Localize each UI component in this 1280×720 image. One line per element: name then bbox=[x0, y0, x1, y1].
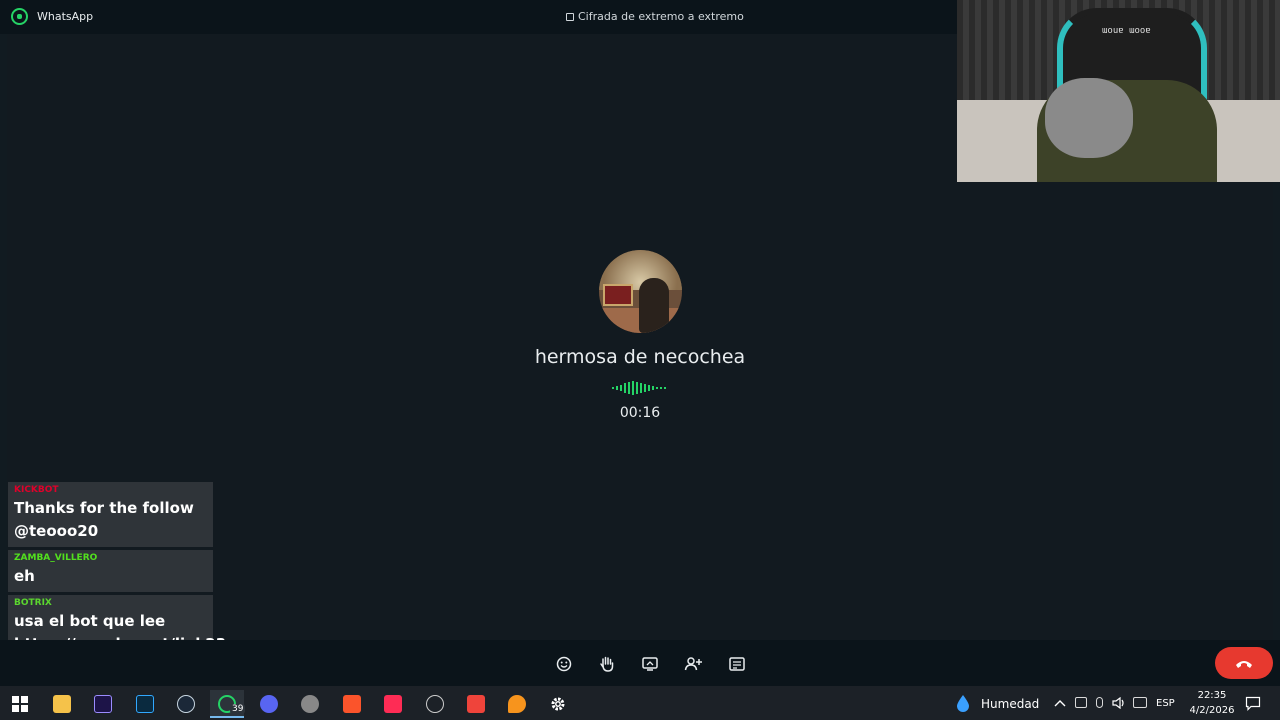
folder-icon bbox=[53, 695, 71, 713]
lock-icon bbox=[566, 13, 574, 21]
whatsapp-call-window: WhatsApp Cifrada de extremo a extremo ɯo… bbox=[0, 0, 1280, 720]
tiktok-icon bbox=[384, 695, 402, 713]
voice-activity-icon bbox=[612, 381, 666, 395]
premiere-pro-icon bbox=[94, 695, 112, 713]
share-screen-button[interactable] bbox=[639, 653, 661, 675]
weather-widget[interactable]: Humedad bbox=[950, 690, 1040, 718]
webcam-overlay: ɯouɐ ɯooɐ bbox=[957, 0, 1280, 182]
gear-icon bbox=[551, 697, 565, 711]
taskbar-fl-studio[interactable] bbox=[500, 690, 534, 718]
smiley-icon bbox=[556, 656, 572, 672]
brave-icon bbox=[343, 695, 361, 713]
stream-chat-overlay: KICKBOT Thanks for the follow @teooo20 Z… bbox=[8, 482, 226, 663]
taskbar-obs[interactable] bbox=[293, 690, 327, 718]
chat-username: BOTRIX bbox=[14, 598, 52, 608]
chat-username: ZAMBA_VILLERO bbox=[14, 553, 98, 563]
chat-message: KICKBOT Thanks for the follow @teooo20 bbox=[8, 482, 213, 547]
raise-hand-button[interactable] bbox=[596, 653, 618, 675]
taskbar-premiere-pro[interactable] bbox=[86, 690, 120, 718]
avatar-person bbox=[639, 278, 669, 333]
add-person-icon bbox=[684, 657, 702, 671]
taskbar-settings[interactable] bbox=[541, 690, 575, 718]
notification-center-icon[interactable] bbox=[1245, 696, 1261, 711]
taskbar-clock-app[interactable] bbox=[418, 690, 452, 718]
contact-name: hermosa de necochea bbox=[534, 346, 746, 368]
clock-date: 4/2/2026 bbox=[1189, 705, 1235, 716]
encryption-notice: Cifrada de extremo a extremo bbox=[566, 10, 744, 23]
windows-logo-icon bbox=[12, 696, 28, 712]
language-indicator[interactable]: ESP bbox=[1156, 698, 1175, 709]
screen-share-icon bbox=[642, 657, 658, 671]
device-icon[interactable] bbox=[1075, 697, 1087, 708]
hang-up-icon bbox=[1236, 661, 1252, 668]
anydesk-icon bbox=[467, 695, 485, 713]
obs-icon bbox=[301, 695, 319, 713]
taskbar-anydesk[interactable] bbox=[459, 690, 493, 718]
taskbar-tiktok[interactable] bbox=[376, 690, 410, 718]
chevron-up-icon[interactable] bbox=[1054, 698, 1066, 708]
taskbar-photoshop[interactable] bbox=[128, 690, 162, 718]
encryption-label: Cifrada de extremo a extremo bbox=[578, 10, 744, 23]
steam-icon bbox=[177, 695, 195, 713]
chat-text: Thanks for the follow @teooo20 bbox=[14, 499, 194, 540]
hand-icon bbox=[600, 656, 614, 672]
chat-text: eh bbox=[14, 567, 35, 585]
webcam-chair-label: ɯouɐ ɯooɐ bbox=[1102, 26, 1151, 36]
start-button[interactable] bbox=[3, 690, 37, 718]
speaker-icon[interactable] bbox=[1112, 697, 1126, 709]
captions-icon bbox=[729, 657, 745, 671]
network-icon[interactable] bbox=[1133, 697, 1147, 708]
captions-button[interactable] bbox=[726, 653, 748, 675]
whatsapp-logo-icon bbox=[11, 8, 28, 25]
taskbar-file-explorer[interactable] bbox=[45, 690, 79, 718]
emoji-reaction-button[interactable] bbox=[553, 653, 575, 675]
clock-time: 22:35 bbox=[1197, 690, 1227, 701]
windows-taskbar: 39 Humedad bbox=[0, 686, 1280, 720]
chat-message: ZAMBA_VILLERO eh bbox=[8, 550, 213, 592]
contact-avatar bbox=[599, 250, 682, 333]
call-duration: 00:16 bbox=[619, 405, 661, 421]
taskbar-brave[interactable] bbox=[335, 690, 369, 718]
weather-label: Humedad bbox=[981, 697, 1040, 711]
discord-icon bbox=[260, 695, 278, 713]
avatar-stage bbox=[603, 284, 633, 306]
webcam-person-head bbox=[1045, 78, 1133, 158]
end-call-button[interactable] bbox=[1215, 647, 1273, 679]
fl-studio-icon bbox=[508, 695, 526, 713]
notification-badge: 39 bbox=[230, 704, 246, 714]
clock-icon bbox=[426, 695, 444, 713]
taskbar-discord[interactable] bbox=[252, 690, 286, 718]
app-title: WhatsApp bbox=[37, 10, 94, 23]
microphone-icon[interactable] bbox=[1096, 697, 1103, 708]
add-participant-button[interactable] bbox=[682, 653, 704, 675]
chat-username: KICKBOT bbox=[14, 485, 59, 495]
call-controls-bar bbox=[0, 640, 1280, 686]
taskbar-clock[interactable]: 22:35 4/2/2026 bbox=[1182, 688, 1242, 718]
taskbar-steam[interactable] bbox=[169, 690, 203, 718]
water-drop-icon bbox=[957, 695, 969, 712]
photoshop-icon bbox=[136, 695, 154, 713]
taskbar-whatsapp[interactable]: 39 bbox=[210, 690, 246, 718]
